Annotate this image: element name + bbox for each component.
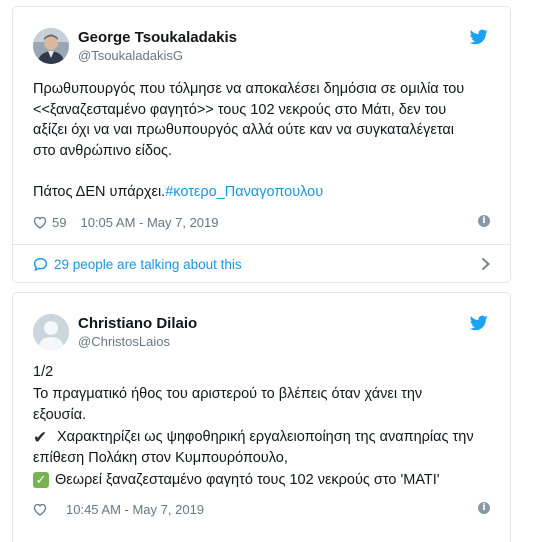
tweet-card[interactable]: George Tsoukaladakis @TsoukaladakisG Πρω… — [12, 6, 511, 283]
tweet-line: αξίζει όχι να ναι πρωθυπουργός αλλά ούτε… — [33, 122, 454, 138]
info-icon[interactable]: i — [478, 215, 490, 227]
tweet-line: ✓ Θεωρεί ξαναζεσταμένο φαγητό τους 102 νε… — [33, 470, 492, 492]
tweet-line: ✔ Χαρακτηρίζει ως ψηφοθηρική εργαλειοποίη… — [33, 427, 492, 449]
tweet-line: Το πραγματικό ήθος του αριστερού το βλέπ… — [33, 385, 423, 402]
twitter-bird-icon[interactable] — [470, 29, 488, 45]
check-item-text: Χαρακτηρίζει ως ψηφοθηρική εργαλειοποίησ… — [57, 428, 474, 445]
tweet-line: εξουσία. — [33, 407, 87, 423]
info-icon[interactable]: i — [478, 502, 490, 514]
tweet-meta: 59 10:05 AM - May 7, 2019 i — [33, 212, 490, 232]
default-avatar[interactable] — [33, 314, 69, 350]
hashtag-link[interactable]: #κοτερο_Παναγοπουλου — [165, 184, 323, 200]
heart-icon[interactable] — [33, 216, 47, 229]
timestamp-link[interactable]: 10:05 AM - May 7, 2019 — [80, 215, 218, 230]
user-handle[interactable]: @TsoukaladakisG — [78, 47, 237, 64]
heavy-check-mark-icon: ✔ — [33, 427, 48, 447]
tweet-line: <<ξαναζεσταμένο φαγητό>> τους 102 νεκρού… — [33, 101, 447, 118]
timestamp-link[interactable]: 10:45 AM - May 7, 2019 — [66, 502, 204, 517]
tweet-text: 1/2 Το πραγματικό ήθος του αριστερού το … — [33, 362, 492, 491]
tweet-meta: 10:45 AM - May 7, 2019 i — [33, 499, 490, 519]
user-handle[interactable]: @ChristosLaios — [78, 333, 197, 350]
tweet-text: Πρωθυπουργός που τόλμησε να αποκαλέσει δ… — [33, 79, 492, 202]
tweet-line: Πρωθυπουργός που τόλμησε να αποκαλέσει δ… — [33, 81, 465, 97]
twitter-bird-icon[interactable] — [470, 315, 488, 331]
speech-bubble-icon — [33, 257, 48, 271]
tweet-card[interactable]: Christiano Dilaio @ChristosLaios 1/2 Το … — [12, 292, 511, 542]
chevron-right-icon[interactable] — [481, 257, 490, 271]
conversation-link[interactable]: 29 people are talking about this — [33, 253, 490, 275]
display-name[interactable]: George Tsoukaladakis — [78, 28, 237, 47]
divider — [13, 244, 510, 245]
tweet-header: George Tsoukaladakis @TsoukaladakisG — [33, 26, 237, 66]
tweet-line: Πάτος ΔΕΝ υπάρχει.#κοτερο_Παναγοπουλου — [33, 182, 492, 203]
check-item-text: Θεωρεί ξαναζεσταμένο φαγητό τους 102 νεκ… — [55, 471, 440, 488]
tweet-line: στο ανθρώπινο είδος. — [33, 142, 173, 159]
tweet-last-line: Πάτος ΔΕΝ υπάρχει. — [33, 183, 166, 200]
white-check-mark-icon: ✓ — [33, 472, 49, 489]
tweet-line: 1/2 — [33, 364, 54, 380]
tweet-header: Christiano Dilaio @ChristosLaios — [33, 312, 197, 352]
like-count[interactable]: 59 — [52, 215, 66, 230]
avatar[interactable] — [33, 28, 69, 64]
talking-text[interactable]: 29 people are talking about this — [54, 257, 242, 272]
heart-icon[interactable] — [33, 503, 47, 516]
tweet-line: επίθεση Πολάκη στον Κυμπουρόπουλο, — [33, 450, 288, 466]
display-name[interactable]: Christiano Dilaio — [78, 314, 197, 333]
